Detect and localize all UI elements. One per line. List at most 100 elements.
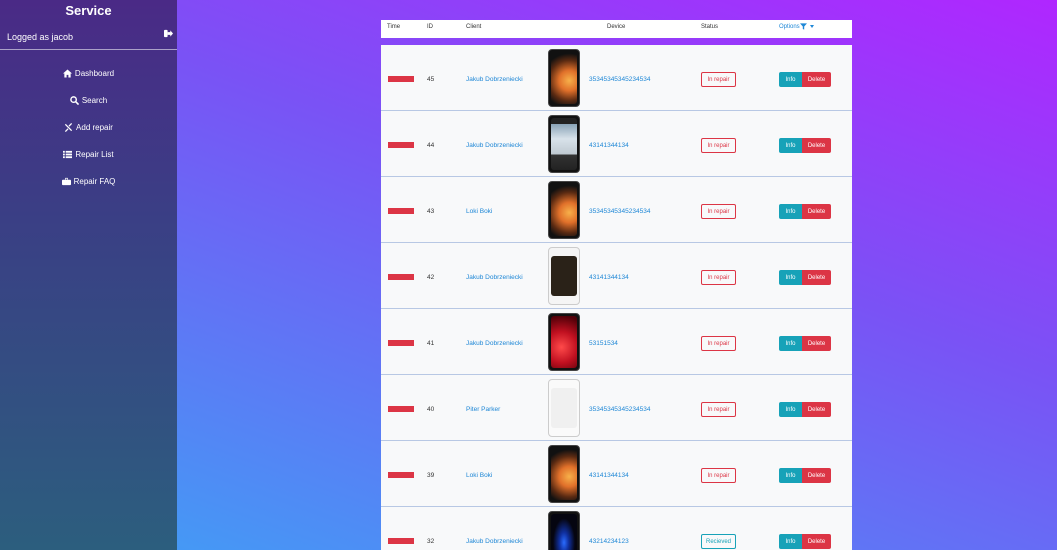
delete-button[interactable]: Delete bbox=[802, 336, 831, 351]
table-row: 44 Jakub Dobrzeniecki 43141344134 In rep… bbox=[381, 111, 852, 177]
info-button[interactable]: Info bbox=[779, 336, 802, 351]
time-indicator bbox=[388, 142, 414, 148]
sidebar-item-repair-list[interactable]: Repair List bbox=[0, 141, 177, 168]
device-image bbox=[548, 49, 580, 107]
info-button[interactable]: Info bbox=[779, 204, 802, 219]
list-icon bbox=[63, 150, 73, 159]
status-badge: Recieved bbox=[701, 534, 736, 549]
sidebar-item-label: Repair List bbox=[75, 150, 114, 159]
header-device[interactable]: Device bbox=[607, 24, 625, 30]
sidebar-item-repair-faq[interactable]: Repair FAQ bbox=[0, 168, 177, 195]
delete-button[interactable]: Delete bbox=[802, 204, 831, 219]
header-status[interactable]: Status bbox=[701, 24, 718, 30]
info-button[interactable]: Info bbox=[779, 270, 802, 285]
status-badge: In repair bbox=[701, 204, 736, 219]
device-image bbox=[548, 313, 580, 371]
search-icon bbox=[69, 96, 79, 105]
info-button[interactable]: Info bbox=[779, 72, 802, 87]
delete-button[interactable]: Delete bbox=[802, 402, 831, 417]
repair-id: 43 bbox=[427, 208, 435, 215]
time-indicator bbox=[388, 406, 414, 412]
options-label: Options bbox=[779, 23, 800, 30]
status-badge: In repair bbox=[701, 336, 736, 351]
sidebar: Service Logged as jacob Dashboard Search… bbox=[0, 0, 177, 550]
sidebar-item-label: Search bbox=[81, 96, 108, 105]
client-link[interactable]: Piter Parker bbox=[466, 406, 500, 413]
caret-down-icon bbox=[809, 25, 814, 28]
sidebar-item-label: Repair FAQ bbox=[73, 177, 116, 186]
sidebar-divider bbox=[0, 49, 177, 50]
status-badge: In repair bbox=[701, 138, 736, 153]
header-id[interactable]: ID bbox=[427, 24, 433, 30]
options-dropdown[interactable]: Options bbox=[779, 23, 814, 30]
table-row: 40 Piter Parker 35345345345234534 In rep… bbox=[381, 375, 852, 441]
client-link[interactable]: Jakub Dobrzeniecki bbox=[466, 142, 523, 149]
device-link[interactable]: 35345345345234534 bbox=[589, 208, 650, 215]
repair-id: 44 bbox=[427, 142, 435, 149]
device-link[interactable]: 35345345345234534 bbox=[589, 76, 650, 83]
table-row: 42 Jakub Dobrzeniecki 43141344134 In rep… bbox=[381, 243, 852, 309]
client-link[interactable]: Loki Boki bbox=[466, 472, 492, 479]
device-image bbox=[548, 181, 580, 239]
device-image bbox=[548, 511, 580, 550]
device-link[interactable]: 43214234123 bbox=[589, 538, 629, 545]
device-image bbox=[548, 115, 580, 173]
repair-id: 42 bbox=[427, 274, 435, 281]
table-header: Time ID Client Device Status Options bbox=[381, 20, 852, 38]
device-image bbox=[548, 379, 580, 437]
status-badge: In repair bbox=[701, 402, 736, 417]
sidebar-item-add-repair[interactable]: Add repair bbox=[0, 114, 177, 141]
header-time[interactable]: Time bbox=[387, 24, 400, 30]
sidebar-item-search[interactable]: Search bbox=[0, 87, 177, 114]
client-link[interactable]: Jakub Dobrzeniecki bbox=[466, 76, 523, 83]
status-badge: In repair bbox=[701, 468, 736, 483]
device-link[interactable]: 43141344134 bbox=[589, 274, 629, 281]
client-link[interactable]: Jakub Dobrzeniecki bbox=[466, 274, 523, 281]
time-indicator bbox=[388, 76, 414, 82]
client-link[interactable]: Jakub Dobrzeniecki bbox=[466, 340, 523, 347]
sidebar-item-label: Add repair bbox=[76, 123, 113, 132]
delete-button[interactable]: Delete bbox=[802, 270, 831, 285]
time-indicator bbox=[388, 538, 414, 544]
time-indicator bbox=[388, 472, 414, 478]
device-link[interactable]: 43141344134 bbox=[589, 142, 629, 149]
user-info: Logged as jacob bbox=[0, 20, 177, 49]
toolbox-icon bbox=[61, 177, 71, 186]
header-client[interactable]: Client bbox=[466, 24, 481, 30]
brand-title: Service bbox=[65, 3, 112, 18]
device-link[interactable]: 53151534 bbox=[589, 340, 618, 347]
filter-icon bbox=[799, 23, 807, 30]
delete-button[interactable]: Delete bbox=[802, 72, 831, 87]
home-icon bbox=[62, 69, 72, 78]
sidebar-item-label: Dashboard bbox=[74, 69, 115, 78]
status-badge: In repair bbox=[701, 72, 736, 87]
delete-button[interactable]: Delete bbox=[802, 138, 831, 153]
repair-id: 39 bbox=[427, 472, 435, 479]
info-button[interactable]: Info bbox=[779, 402, 802, 417]
time-indicator bbox=[388, 208, 414, 214]
client-link[interactable]: Loki Boki bbox=[466, 208, 492, 215]
info-button[interactable]: Info bbox=[779, 534, 802, 549]
device-link[interactable]: 35345345345234534 bbox=[589, 406, 650, 413]
repair-id: 41 bbox=[427, 340, 435, 347]
table-row: 43 Loki Boki 35345345345234534 In repair… bbox=[381, 177, 852, 243]
tools-icon bbox=[64, 123, 73, 132]
delete-button[interactable]: Delete bbox=[802, 468, 831, 483]
client-link[interactable]: Jakub Dobrzeniecki bbox=[466, 538, 523, 545]
info-button[interactable]: Info bbox=[779, 468, 802, 483]
table-row: 32 Jakub Dobrzeniecki 43214234123 Reciev… bbox=[381, 507, 852, 550]
logout-icon[interactable] bbox=[164, 29, 173, 38]
repair-table-body: 45 Jakub Dobrzeniecki 35345345345234534 … bbox=[381, 45, 852, 550]
status-badge: In repair bbox=[701, 270, 736, 285]
delete-button[interactable]: Delete bbox=[802, 534, 831, 549]
time-indicator bbox=[388, 274, 414, 280]
repair-id: 40 bbox=[427, 406, 435, 413]
device-image bbox=[548, 445, 580, 503]
table-row: 39 Loki Boki 43141344134 In repair Info … bbox=[381, 441, 852, 507]
info-button[interactable]: Info bbox=[779, 138, 802, 153]
table-row: 45 Jakub Dobrzeniecki 35345345345234534 … bbox=[381, 45, 852, 111]
sidebar-nav: Dashboard Search Add repair Repair List … bbox=[0, 60, 177, 195]
sidebar-item-dashboard[interactable]: Dashboard bbox=[0, 60, 177, 87]
device-link[interactable]: 43141344134 bbox=[589, 472, 629, 479]
repair-id: 32 bbox=[427, 538, 435, 545]
